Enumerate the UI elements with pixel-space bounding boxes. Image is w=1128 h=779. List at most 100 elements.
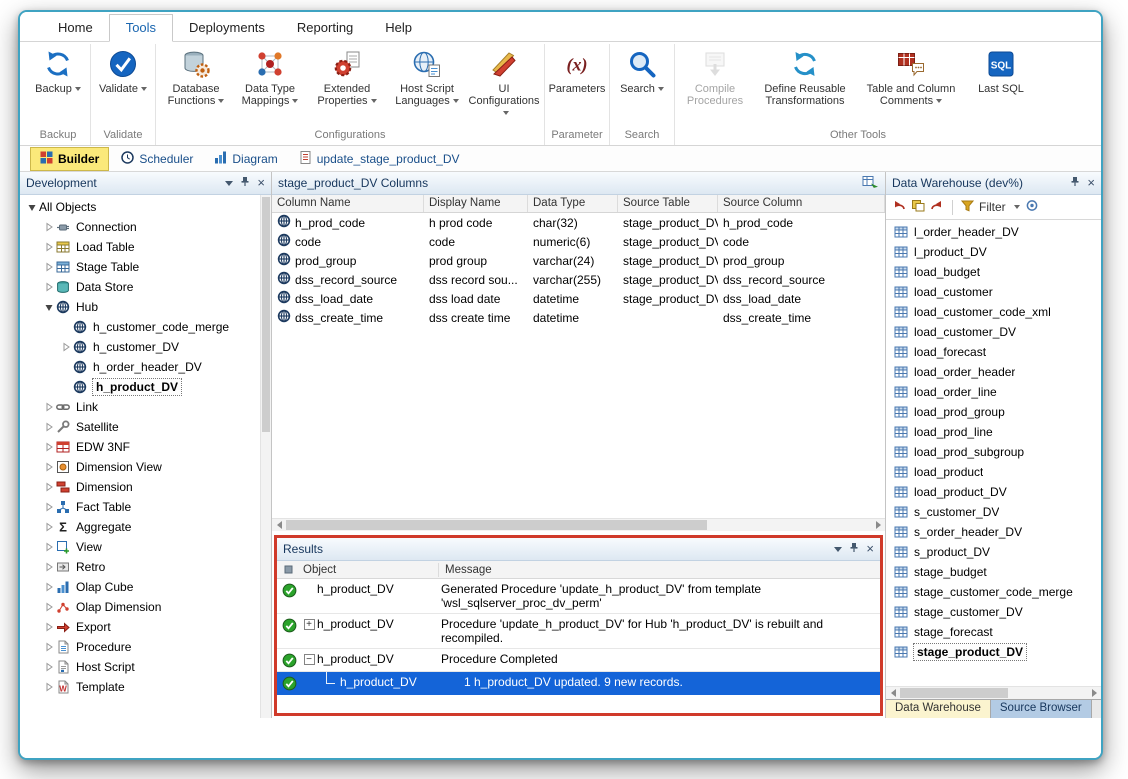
tree-item-l-product-dv[interactable]: l_product_DV: [890, 242, 1089, 262]
result-row[interactable]: h_product_DV1 h_product_DV updated. 9 ne…: [277, 672, 880, 695]
columns-grid-row[interactable]: dss_load_datedss load datedatetimestage_…: [272, 289, 885, 308]
tree-item-olap-dimension[interactable]: Olap Dimension: [20, 597, 259, 617]
close-icon[interactable]: ×: [866, 544, 874, 554]
view-tab-diagram[interactable]: Diagram: [205, 148, 286, 170]
expand-arrow-icon[interactable]: [41, 622, 56, 632]
tree-item-s-order-header-dv[interactable]: s_order_header_DV: [890, 522, 1089, 542]
tree-item-aggregate[interactable]: ΣAggregate: [20, 517, 259, 537]
expand-arrow-icon[interactable]: [41, 242, 56, 252]
columns-grid-row[interactable]: codecodenumeric(6)stage_product_DVcode: [272, 232, 885, 251]
tree-item-link[interactable]: Link: [20, 397, 259, 417]
tree-item-edw-3nf[interactable]: EDW 3NF: [20, 437, 259, 457]
result-row[interactable]: −h_product_DVProcedure Completed: [277, 649, 880, 672]
expand-arrow-icon[interactable]: [41, 222, 56, 232]
tree-item-h-customer-dv[interactable]: h_customer_DV: [20, 337, 259, 357]
column-header-column-name[interactable]: Column Name: [272, 195, 424, 212]
tree-item-load-prod-subgroup[interactable]: load_prod_subgroup: [890, 442, 1089, 462]
expand-arrow-icon[interactable]: [41, 402, 56, 412]
expand-arrow-icon[interactable]: [41, 562, 56, 572]
tree-item-load-prod-line[interactable]: load_prod_line: [890, 422, 1089, 442]
expand-arrow-icon[interactable]: [41, 462, 56, 472]
collapse-arrow-icon[interactable]: [24, 202, 39, 212]
filter-funnel-icon[interactable]: [961, 200, 974, 215]
expand-arrow-icon[interactable]: [41, 262, 56, 272]
copy-icon[interactable]: [911, 199, 925, 215]
pin-icon[interactable]: [849, 542, 859, 556]
collapse-arrow-icon[interactable]: [41, 302, 56, 312]
export-grid-icon[interactable]: [862, 175, 879, 192]
menu-tab-help[interactable]: Help: [369, 15, 428, 41]
tree-item-stage-customer-dv[interactable]: stage_customer_DV: [890, 602, 1089, 622]
expand-arrow-icon[interactable]: [41, 442, 56, 452]
tree-item-load-product-dv[interactable]: load_product_DV: [890, 482, 1089, 502]
tree-item-retro[interactable]: Retro: [20, 557, 259, 577]
close-icon[interactable]: ×: [1087, 178, 1095, 188]
expand-arrow-icon[interactable]: [41, 482, 56, 492]
expand-arrow-icon[interactable]: [41, 662, 56, 672]
scope-icon[interactable]: [1025, 199, 1039, 215]
expand-arrow-icon[interactable]: [41, 282, 56, 292]
tree-item-dimension-view[interactable]: Dimension View: [20, 457, 259, 477]
ribbon-button-data-type-mappings[interactable]: Data Type Mappings: [233, 44, 307, 107]
tree-item-fact-table[interactable]: Fact Table: [20, 497, 259, 517]
view-tab-scheduler[interactable]: Scheduler: [112, 148, 202, 170]
expander-box[interactable]: −: [304, 654, 315, 665]
tree-item-satellite[interactable]: Satellite: [20, 417, 259, 437]
development-vertical-scrollbar[interactable]: [260, 195, 271, 718]
tree-item-export[interactable]: Export: [20, 617, 259, 637]
expand-plus-icon[interactable]: +: [301, 617, 317, 630]
tree-item-connection[interactable]: Connection: [20, 217, 259, 237]
collapse-minus-icon[interactable]: −: [301, 652, 317, 665]
tree-item-stage-product-dv[interactable]: stage_product_DV: [890, 642, 1089, 662]
column-header-source-column[interactable]: Source Column: [718, 195, 885, 212]
ribbon-button-extended-properties[interactable]: Extended Properties: [307, 44, 387, 107]
panel-menu-caret-icon[interactable]: [225, 181, 233, 186]
ribbon-button-search[interactable]: Search: [613, 44, 671, 95]
ribbon-button-define-reusable-transformations[interactable]: Define Reusable Transformations: [752, 44, 858, 107]
filter-label[interactable]: Filter: [979, 200, 1006, 214]
bottom-tab-data-warehouse[interactable]: Data Warehouse: [886, 700, 991, 718]
ribbon-button-last-sql[interactable]: SQLLast SQL: [964, 44, 1038, 95]
ribbon-button-ui-configurations[interactable]: UI Configurations: [467, 44, 541, 119]
ribbon-button-host-script-languages[interactable]: Host Script Languages: [387, 44, 467, 107]
menu-tab-tools[interactable]: Tools: [109, 14, 173, 42]
result-row[interactable]: +h_product_DVProcedure 'update_h_product…: [277, 614, 880, 649]
tree-item-h-product-dv[interactable]: h_product_DV: [20, 377, 259, 397]
expand-arrow-icon[interactable]: [41, 522, 56, 532]
tree-item-load-table[interactable]: Load Table: [20, 237, 259, 257]
tree-item-h-customer-code-merge[interactable]: h_customer_code_merge: [20, 317, 259, 337]
scroll-right-icon[interactable]: [871, 519, 885, 532]
view-tab-update-stage-product-dv[interactable]: update_stage_product_DV: [290, 148, 469, 170]
menu-tab-reporting[interactable]: Reporting: [281, 15, 369, 41]
tree-item-hub[interactable]: Hub: [20, 297, 259, 317]
filter-dropdown-caret-icon[interactable]: [1014, 205, 1020, 209]
tree-item-load-prod-group[interactable]: load_prod_group: [890, 402, 1089, 422]
menu-tab-deployments[interactable]: Deployments: [173, 15, 281, 41]
expand-arrow-icon[interactable]: [58, 342, 73, 352]
tree-item-s-customer-dv[interactable]: s_customer_DV: [890, 502, 1089, 522]
tree-item-load-customer-code-xml[interactable]: load_customer_code_xml: [890, 302, 1089, 322]
expand-arrow-icon[interactable]: [41, 502, 56, 512]
scrollbar-thumb[interactable]: [286, 520, 707, 530]
columns-grid-row[interactable]: dss_record_sourcedss record sou...varcha…: [272, 270, 885, 289]
tree-item-stage-table[interactable]: Stage Table: [20, 257, 259, 277]
forward-icon[interactable]: [930, 199, 944, 215]
back-icon[interactable]: [892, 199, 906, 215]
tree-item-load-order-line[interactable]: load_order_line: [890, 382, 1089, 402]
ribbon-button-table-and-column-comments[interactable]: Table and Column Comments: [858, 44, 964, 107]
tree-item-stage-customer-code-merge[interactable]: stage_customer_code_merge: [890, 582, 1089, 602]
tree-item-data-store[interactable]: Data Store: [20, 277, 259, 297]
tree-item-load-forecast[interactable]: load_forecast: [890, 342, 1089, 362]
columns-horizontal-scrollbar[interactable]: [272, 518, 885, 531]
expander-box[interactable]: +: [304, 619, 315, 630]
column-header-data-type[interactable]: Data Type: [528, 195, 618, 212]
tree-item-load-product[interactable]: load_product: [890, 462, 1089, 482]
column-header-source-table[interactable]: Source Table: [618, 195, 718, 212]
tree-item-dimension[interactable]: Dimension: [20, 477, 259, 497]
tree-item-s-product-dv[interactable]: s_product_DV: [890, 542, 1089, 562]
columns-grid-row[interactable]: dss_create_timedss create timedatetimeds…: [272, 308, 885, 327]
columns-grid-row[interactable]: h_prod_codeh prod codechar(32)stage_prod…: [272, 213, 885, 232]
tree-item-h-order-header-dv[interactable]: h_order_header_DV: [20, 357, 259, 377]
results-header-object[interactable]: Object: [299, 563, 439, 577]
tree-item-procedure[interactable]: Procedure: [20, 637, 259, 657]
